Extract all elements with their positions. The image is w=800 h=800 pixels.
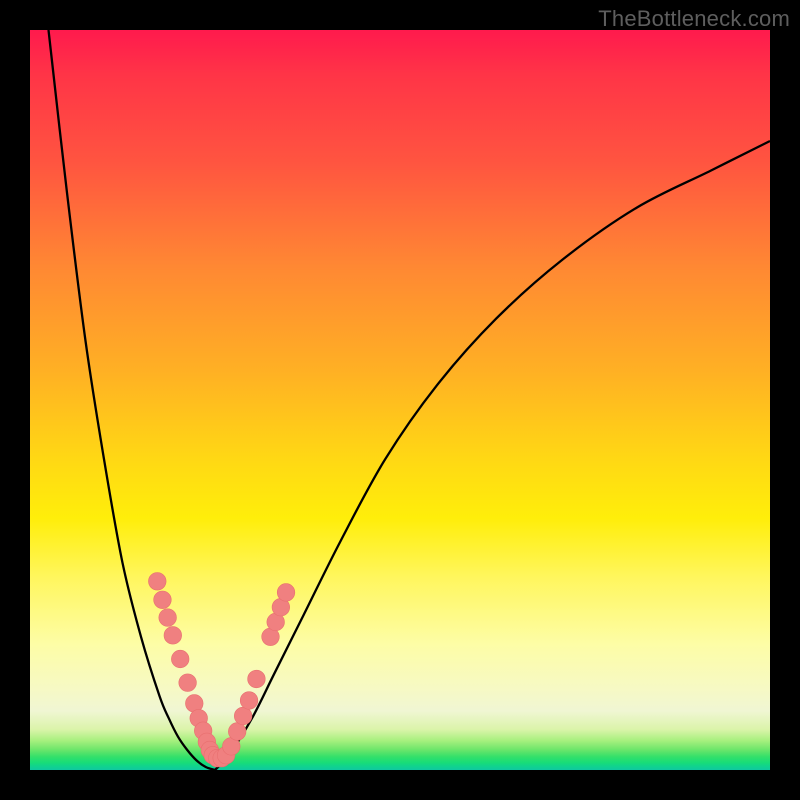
plot-area	[30, 30, 770, 770]
curve-marker	[228, 723, 246, 741]
curve-marker	[240, 692, 258, 710]
curve-marker	[159, 609, 177, 627]
curve-markers	[148, 573, 294, 767]
curve-marker	[234, 707, 252, 725]
curve-right-branch	[215, 141, 770, 770]
curve-marker	[248, 670, 266, 688]
curve-marker	[164, 627, 182, 645]
curve-marker	[179, 674, 197, 692]
curve-left-branch	[49, 30, 216, 770]
curve-marker	[171, 650, 189, 668]
curve-marker	[154, 591, 172, 609]
curve-marker	[277, 584, 295, 602]
chart-svg	[30, 30, 770, 770]
outer-frame: TheBottleneck.com	[0, 0, 800, 800]
watermark-text: TheBottleneck.com	[598, 6, 790, 32]
curve-marker	[148, 573, 166, 591]
